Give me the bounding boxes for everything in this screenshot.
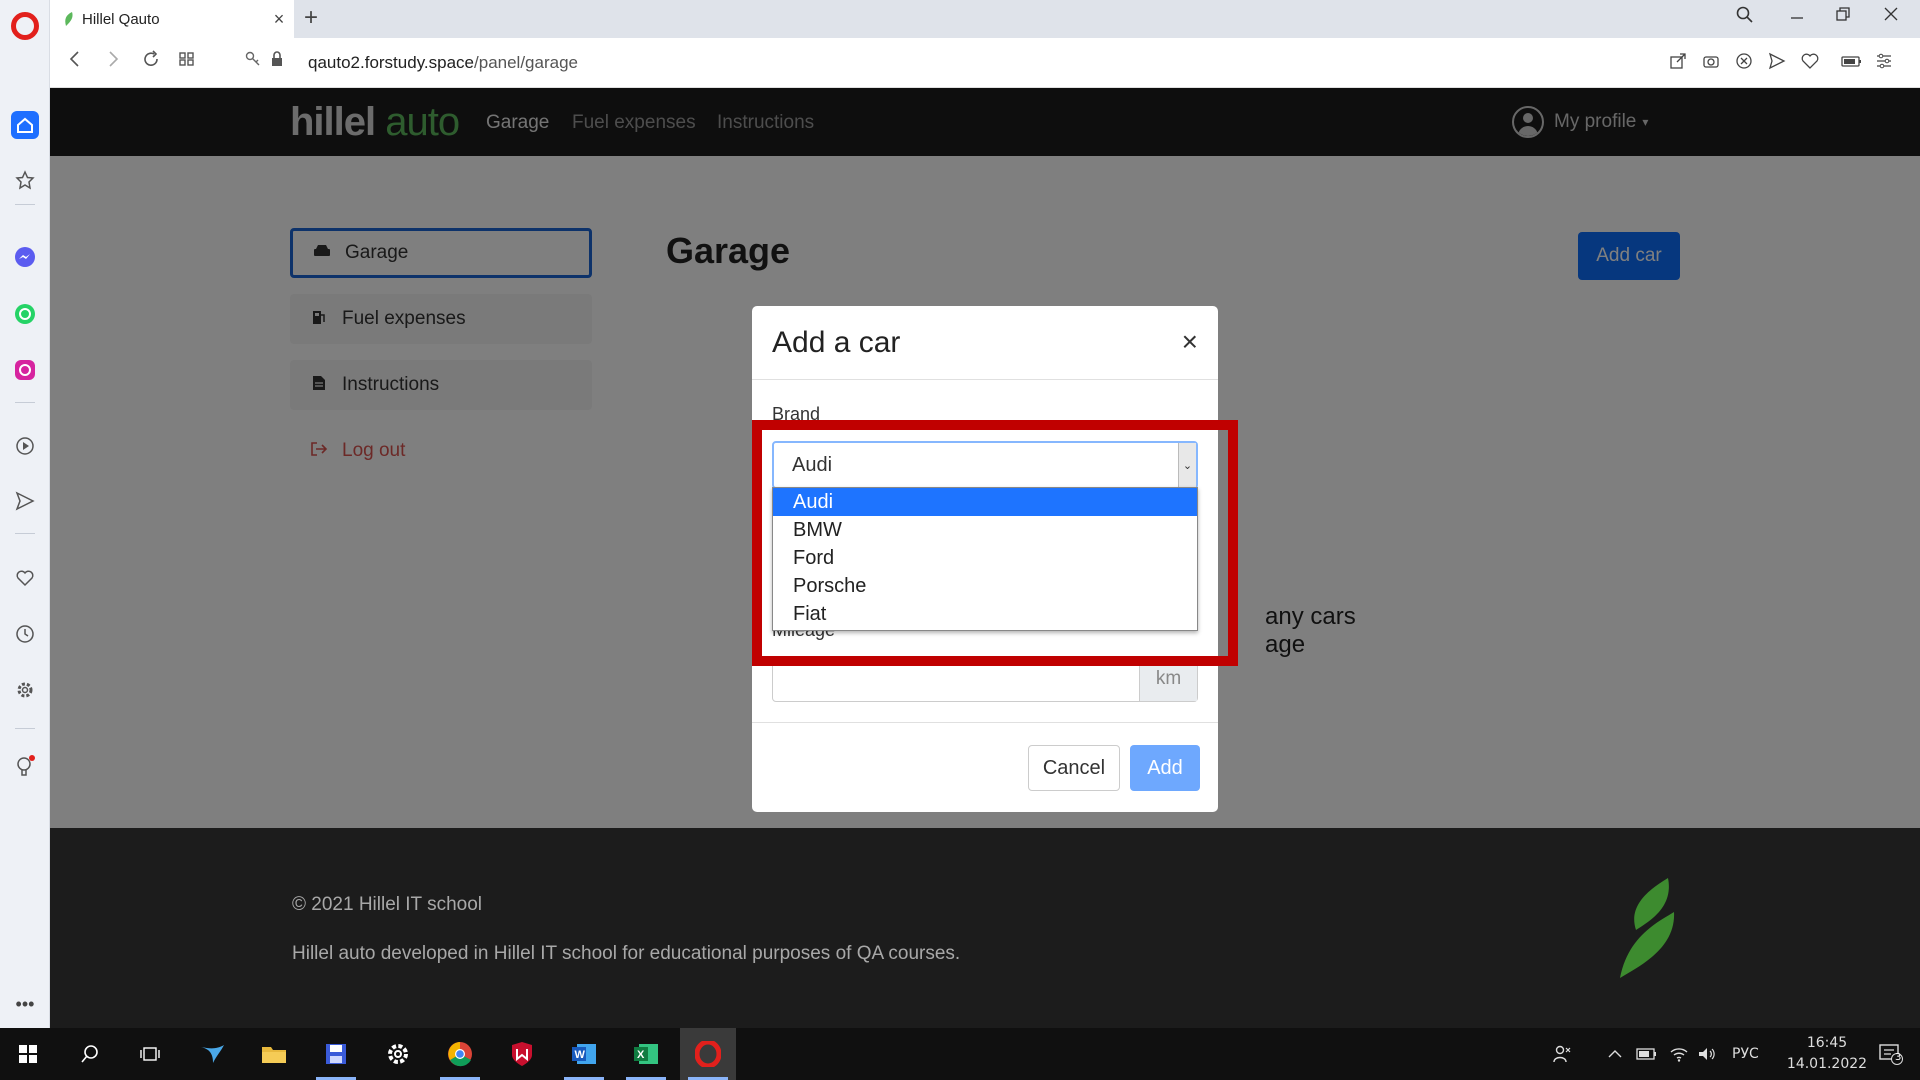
svg-text:W: W	[575, 1049, 586, 1061]
key-icon[interactable]	[240, 50, 266, 74]
address-bar: qauto2.forstudy.space/panel/garage	[50, 38, 1920, 88]
new-tab-button[interactable]: +	[304, 4, 318, 32]
save-app-icon[interactable]	[308, 1028, 364, 1080]
leaf-icon	[65, 12, 73, 26]
bird-app-icon[interactable]	[184, 1028, 240, 1080]
minimize-icon[interactable]	[1782, 6, 1812, 27]
lightbulb-icon[interactable]	[13, 755, 37, 779]
word-icon[interactable]: W	[556, 1028, 612, 1080]
easy-setup-icon[interactable]	[1872, 52, 1896, 75]
modal-footer: Cancel Add	[752, 722, 1218, 812]
bookmark-heart-icon[interactable]	[1798, 52, 1822, 75]
camera-icon[interactable]	[1699, 52, 1723, 75]
flow-send-icon[interactable]	[1765, 52, 1789, 75]
url-field[interactable]: qauto2.forstudy.space/panel/garage	[308, 53, 578, 73]
search-icon[interactable]	[62, 1028, 118, 1080]
opera-logo-icon[interactable]	[11, 12, 39, 40]
more-icon[interactable]: •••	[13, 992, 37, 1016]
settings-icon[interactable]	[13, 678, 37, 702]
notifications-icon[interactable]: 3	[1866, 1028, 1916, 1080]
url-path: /panel/garage	[474, 53, 578, 72]
whatsapp-icon[interactable]	[13, 302, 37, 326]
tab-bar: Hillel Qauto × +	[50, 0, 1920, 38]
browser-sidebar: •••	[0, 0, 50, 1028]
file-explorer-icon[interactable]	[246, 1028, 302, 1080]
tabs-grid-icon[interactable]	[174, 50, 200, 74]
site-footer: © 2021 Hillel IT school Hillel auto deve…	[50, 828, 1920, 1028]
modal-title: Add a car	[772, 326, 901, 359]
input-language[interactable]: РУС	[1732, 1046, 1759, 1062]
chrome-icon[interactable]	[432, 1028, 488, 1080]
messenger-icon[interactable]	[13, 245, 37, 269]
send-icon[interactable]	[13, 489, 37, 513]
star-icon[interactable]	[13, 168, 37, 192]
home-icon[interactable]	[11, 111, 39, 139]
forward-icon[interactable]	[100, 50, 126, 74]
instagram-icon[interactable]	[13, 358, 37, 382]
notification-count: 3	[1895, 1052, 1902, 1063]
people-icon[interactable]	[1544, 1028, 1580, 1080]
player-icon[interactable]	[13, 434, 37, 458]
excel-icon[interactable]: X	[618, 1028, 674, 1080]
clock-time[interactable]: 16:45	[1792, 1035, 1862, 1051]
url-host: qauto2.forstudy.space	[308, 53, 475, 72]
windows-taskbar: W X РУС 16:45 14.01.2022 3	[0, 1028, 1920, 1080]
tab-close-icon[interactable]: ×	[264, 9, 294, 30]
history-icon[interactable]	[13, 622, 37, 646]
close-icon[interactable]: ×	[1182, 326, 1198, 358]
tray-expand-icon[interactable]	[1600, 1028, 1630, 1080]
opera-taskbar-icon[interactable]	[680, 1028, 736, 1080]
reload-icon[interactable]	[138, 50, 164, 74]
adblock-icon[interactable]	[1732, 52, 1756, 75]
lock-icon[interactable]	[264, 50, 290, 74]
battery-icon[interactable]	[1840, 52, 1864, 75]
svg-text:X: X	[637, 1049, 645, 1061]
mcafee-icon[interactable]	[494, 1028, 550, 1080]
copyright: © 2021 Hillel IT school	[292, 894, 483, 915]
volume-icon[interactable]	[1692, 1028, 1722, 1080]
search-tabs-icon[interactable]	[1730, 6, 1760, 29]
tab-title: Hillel Qauto	[82, 10, 160, 28]
battery-tray-icon[interactable]	[1632, 1028, 1662, 1080]
browser-tab[interactable]: Hillel Qauto ×	[50, 0, 294, 38]
add-button[interactable]: Add	[1130, 745, 1200, 791]
back-icon[interactable]	[62, 50, 88, 74]
cancel-button[interactable]: Cancel	[1028, 745, 1120, 791]
modal-header: Add a car ×	[752, 306, 1218, 380]
annotation-highlight-box	[752, 420, 1238, 666]
clock-date[interactable]: 14.01.2022	[1776, 1056, 1878, 1072]
hillel-leaf-logo-icon	[1620, 878, 1675, 978]
restore-icon[interactable]	[1828, 6, 1858, 27]
wifi-icon[interactable]	[1664, 1028, 1694, 1080]
task-view-icon[interactable]	[122, 1028, 178, 1080]
share-icon[interactable]	[1666, 52, 1690, 75]
heart-icon[interactable]	[13, 566, 37, 590]
close-window-icon[interactable]	[1876, 6, 1906, 27]
windows-start-icon[interactable]	[0, 1028, 56, 1080]
settings-gear-icon[interactable]	[370, 1028, 426, 1080]
footer-description: Hillel auto developed in Hillel IT schoo…	[292, 943, 961, 964]
